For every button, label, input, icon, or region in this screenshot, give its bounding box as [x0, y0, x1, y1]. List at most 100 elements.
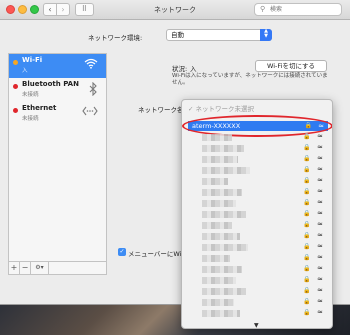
- lock-icon: 🔒: [303, 210, 311, 217]
- menu-item-network[interactable]: 🔒 ≈: [192, 264, 332, 274]
- wifi-signal-icon: ≈: [317, 308, 323, 316]
- remove-service-button[interactable]: −: [20, 262, 31, 274]
- chevron-updown-icon: ▲ ▼: [260, 29, 272, 41]
- status-dot: [13, 84, 18, 89]
- menu-item-network[interactable]: 🔒 ≈: [192, 198, 332, 208]
- service-item-ethernet[interactable]: Ethernet 未接続: [9, 102, 106, 126]
- menu-item-network[interactable]: 🔒 ≈: [192, 308, 332, 318]
- status-value: 入: [190, 65, 197, 73]
- service-item-wifi[interactable]: Wi-Fi 入: [9, 54, 106, 78]
- service-name: Bluetooth PAN: [22, 80, 79, 88]
- blurred-network-name: [202, 277, 236, 284]
- blurred-network-name: [202, 134, 232, 141]
- wifi-signal-icon: ≈: [317, 264, 323, 272]
- service-status: 未接続: [22, 92, 39, 98]
- service-name: Wi-Fi: [22, 56, 43, 64]
- menu-item-network[interactable]: 🔒 ≈: [192, 286, 332, 296]
- service-list: Wi-Fi 入 Bluetooth PAN 未接続 Ethernet 未接続: [8, 53, 107, 262]
- blurred-network-name: [202, 178, 228, 185]
- add-service-button[interactable]: +: [9, 262, 20, 274]
- menu-item-network[interactable]: 🔒 ≈: [192, 242, 332, 252]
- search-field[interactable]: ⚲: [254, 3, 342, 16]
- forward-button[interactable]: ›: [56, 3, 70, 16]
- wifi-signal-icon: ≈: [317, 198, 323, 206]
- close-window-button[interactable]: [6, 5, 15, 14]
- wifi-signal-icon: ≈: [317, 286, 323, 294]
- blurred-network-name: [202, 233, 240, 240]
- menu-item-no-network[interactable]: ✓ ネットワーク未選択: [188, 103, 254, 113]
- search-icon: ⚲: [260, 5, 266, 13]
- lock-icon: 🔒: [303, 298, 311, 305]
- menu-item-network[interactable]: 🔒 ≈: [192, 209, 332, 219]
- lock-icon: 🔒: [303, 276, 311, 283]
- search-input[interactable]: [270, 5, 338, 14]
- zoom-window-button[interactable]: [30, 5, 39, 14]
- ethernet-icon: [82, 106, 98, 119]
- lock-icon: 🔒: [303, 287, 311, 294]
- menu-item-network[interactable]: 🔒 ≈: [192, 165, 332, 175]
- lock-icon: 🔒: [303, 133, 311, 140]
- location-value: 自動: [171, 31, 184, 39]
- wifi-signal-icon: ≈: [317, 154, 323, 162]
- blurred-network-name: [202, 167, 250, 174]
- service-name: Ethernet: [22, 104, 57, 112]
- location-select[interactable]: 自動 ▲ ▼: [166, 29, 272, 41]
- wifi-signal-icon: ≈: [317, 297, 323, 305]
- lock-icon: 🔒: [303, 166, 311, 173]
- menu-item-network[interactable]: 🔒 ≈: [192, 143, 332, 153]
- title-bar: ‹ › ⠿ ネットワーク ⚲: [0, 0, 350, 20]
- lock-icon: 🔒: [303, 309, 311, 316]
- status-description: Wi-Fiは入になっていますが、ネットワークには接続されていません。: [172, 73, 328, 86]
- status-label: 状況:: [172, 65, 188, 73]
- action-menu-button[interactable]: ⚙▾: [31, 262, 49, 274]
- lock-icon: 🔒: [303, 155, 311, 162]
- menu-item-network[interactable]: 🔒 ≈: [192, 220, 332, 230]
- show-in-menubar-checkbox[interactable]: ✓: [118, 248, 126, 256]
- lock-icon: 🔒: [303, 144, 311, 151]
- status-dot: [13, 60, 18, 65]
- wifi-icon: [84, 58, 98, 72]
- wifi-signal-icon: ≈: [317, 242, 323, 250]
- show-in-menubar-label: メニューバーにWi-: [128, 250, 184, 258]
- network-dropdown-menu: ✓ ネットワーク未選択 aterm-XXXXXX 🔒 ≈ 🔒 ≈ 🔒 ≈ 🔒 ≈ 🔒 ≈…: [181, 99, 333, 329]
- service-status: 未接続: [22, 116, 39, 122]
- menu-item-network[interactable]: 🔒 ≈: [192, 275, 332, 285]
- blurred-network-name: [202, 189, 242, 196]
- wifi-signal-icon: ≈: [317, 253, 323, 261]
- blurred-network-name: [202, 255, 230, 262]
- lock-icon: 🔒: [303, 254, 311, 261]
- service-status: 入: [22, 68, 28, 74]
- lock-icon: 🔒: [303, 199, 311, 206]
- turn-wifi-off-button[interactable]: Wi-Fiを切にする: [255, 60, 327, 72]
- show-all-button[interactable]: ⠿: [75, 3, 94, 16]
- service-list-toolbar: + − ⚙▾: [8, 262, 107, 275]
- lock-icon: 🔒: [303, 232, 311, 239]
- menu-item-network[interactable]: 🔒 ≈: [192, 187, 332, 197]
- blurred-network-name: [202, 145, 244, 152]
- lock-icon: 🔒: [303, 221, 311, 228]
- back-button[interactable]: ‹: [43, 3, 57, 16]
- blurred-network-name: [202, 211, 246, 218]
- menu-item-network[interactable]: 🔒 ≈: [192, 231, 332, 241]
- menu-item-network[interactable]: 🔒 ≈: [192, 253, 332, 263]
- wifi-signal-icon: ≈: [317, 132, 323, 140]
- service-item-bluetooth-pan[interactable]: Bluetooth PAN 未接続: [9, 78, 106, 102]
- menu-item-network[interactable]: 🔒 ≈: [192, 176, 332, 186]
- menu-item-network[interactable]: 🔒 ≈: [192, 297, 332, 307]
- blurred-network-name: [202, 156, 238, 163]
- menu-item-network[interactable]: 🔒 ≈: [192, 154, 332, 164]
- blurred-network-name: [202, 299, 234, 306]
- scroll-down-arrow-icon[interactable]: ▼: [254, 322, 259, 328]
- wifi-signal-icon: ≈: [317, 275, 323, 283]
- wifi-signal-icon: ≈: [317, 231, 323, 239]
- lock-icon: 🔒: [303, 265, 311, 272]
- location-label: ネットワーク環境:: [88, 34, 143, 42]
- wifi-signal-icon: ≈: [317, 165, 323, 173]
- blurred-network-name: [202, 244, 248, 251]
- lock-icon: 🔒: [303, 177, 311, 184]
- network-name-label: ネットワーク名: [138, 106, 184, 114]
- minimize-window-button[interactable]: [18, 5, 27, 14]
- menu-item-network[interactable]: 🔒 ≈: [192, 132, 332, 142]
- wifi-signal-icon: ≈: [317, 209, 323, 217]
- window-title: ネットワーク: [154, 6, 196, 14]
